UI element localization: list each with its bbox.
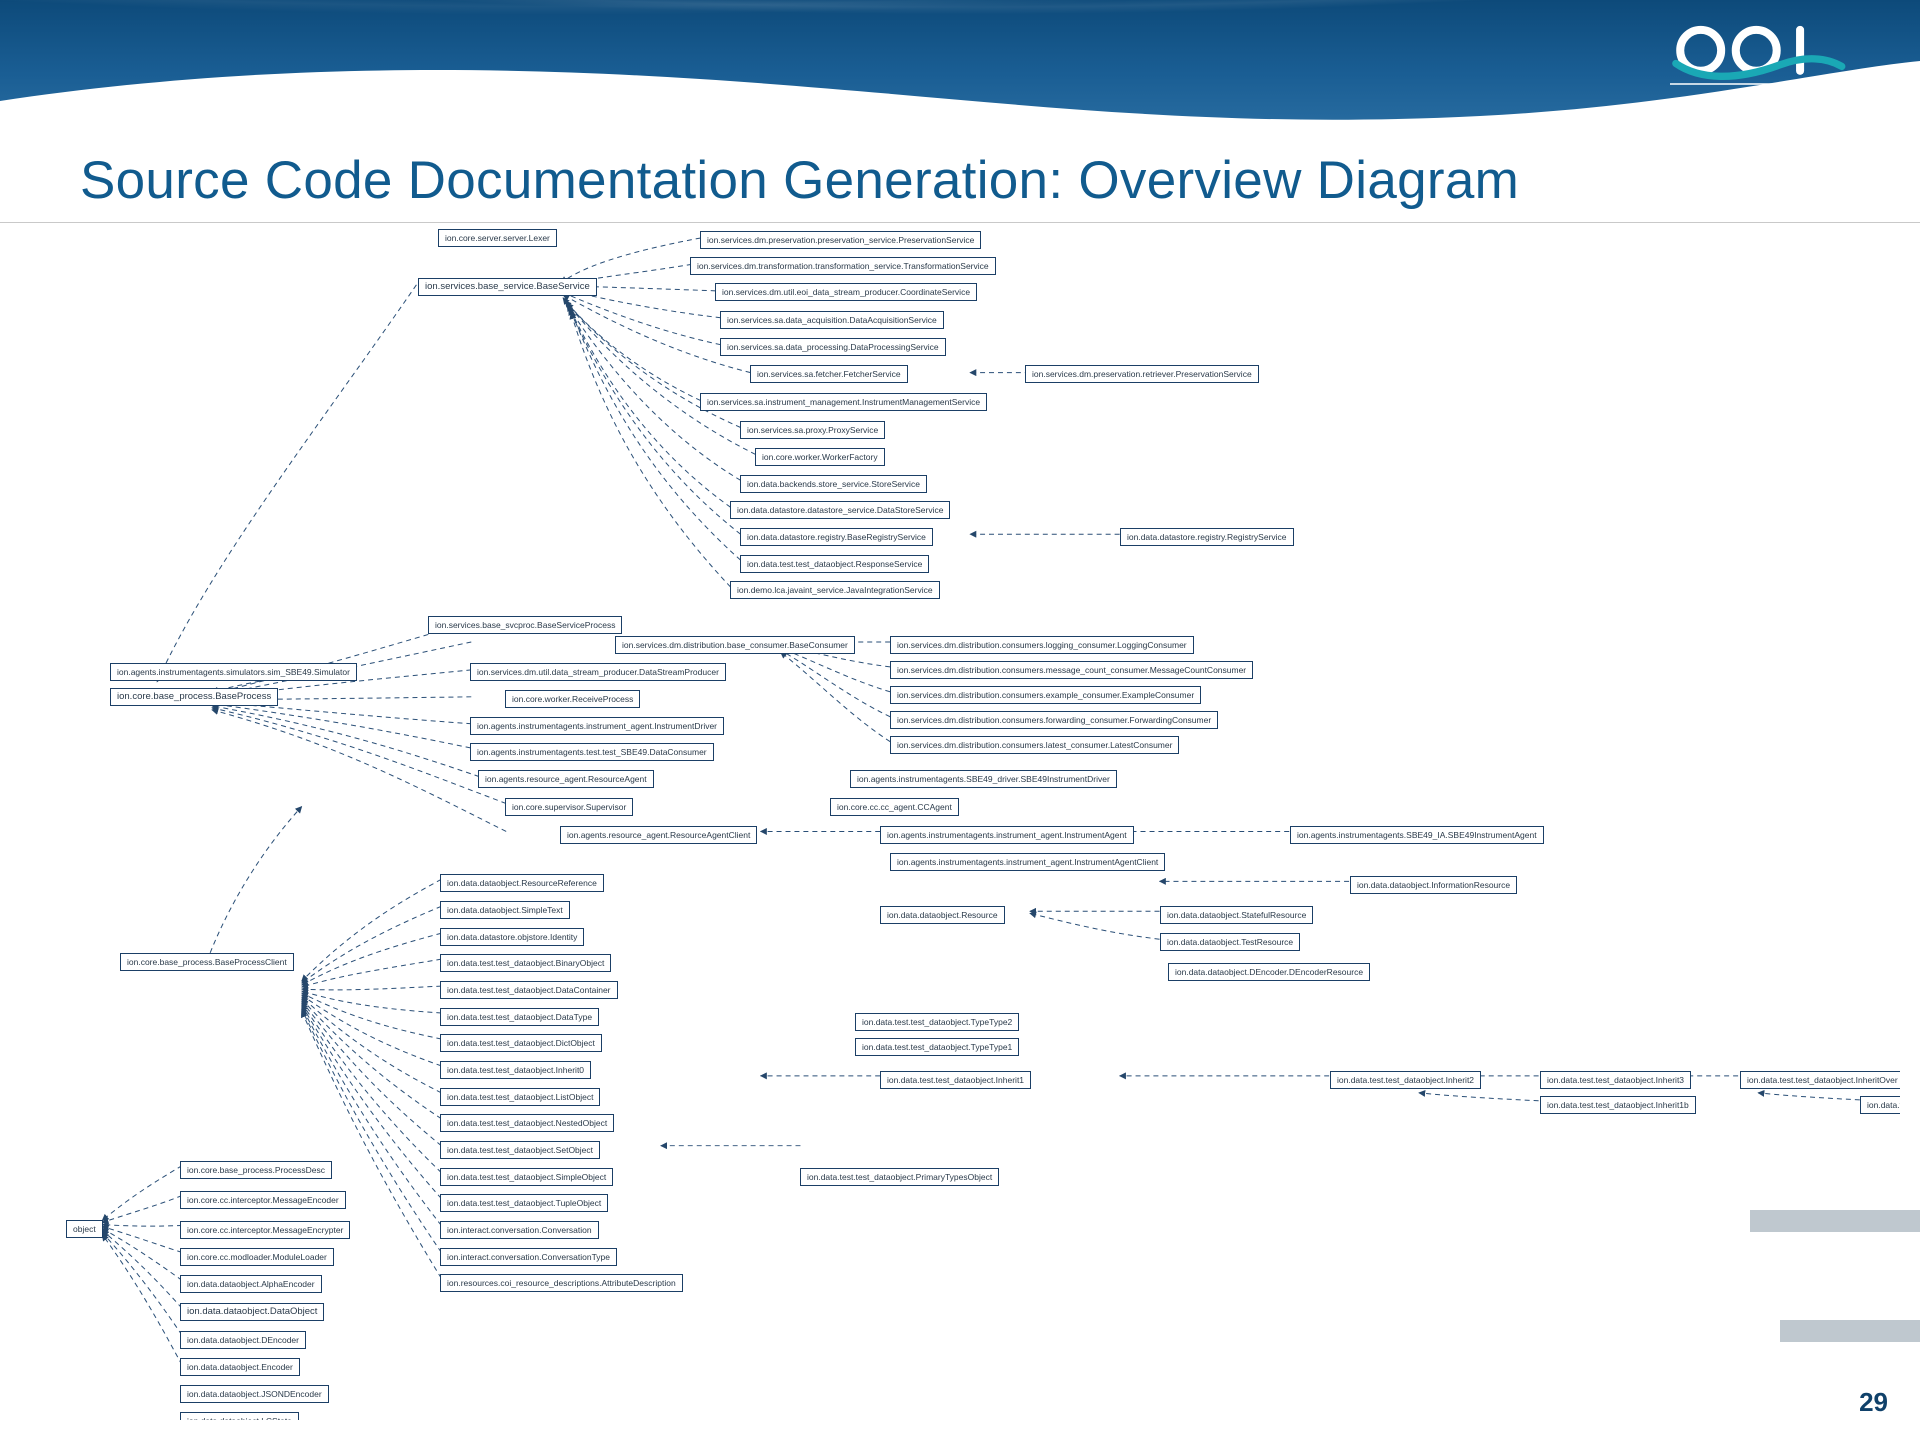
header-wave bbox=[0, 61, 1920, 135]
accent-bar bbox=[1780, 1320, 1920, 1342]
node: ion.agents.instrumentagents.instrument_a… bbox=[880, 826, 1134, 844]
node: ion.data.dataobject.DEncoder bbox=[180, 1331, 306, 1349]
node: ion.data.test.test_dataobject.NestedObje… bbox=[440, 1114, 614, 1132]
node: ion.data.test.test_dataobject.DataContai… bbox=[440, 981, 618, 999]
node: ion.services.sa.data_acquisition.DataAcq… bbox=[720, 311, 944, 329]
node: ion.data.test.test_dataobject.SimpleObje… bbox=[440, 1168, 613, 1186]
node: ion.core.base_process.BaseProcess bbox=[110, 688, 278, 706]
node: ion.data.test.test_dataobject.TypeType1 bbox=[855, 1038, 1019, 1056]
node: ion.data.dataobject.TestResource bbox=[1160, 933, 1300, 951]
node: ion.data.dataobject.LCState bbox=[180, 1412, 299, 1420]
node: ion.services.dm.preservation.retriever.P… bbox=[1025, 365, 1259, 383]
node: ion.data.test.test_dataobject.Inherit1 bbox=[880, 1071, 1031, 1089]
node: ion.data.test.test_dataobject.TupleObjec… bbox=[440, 1194, 608, 1212]
node: ion.core.server.server.Lexer bbox=[438, 229, 557, 247]
node: ion.data.dataobject.Encoder bbox=[180, 1358, 300, 1376]
node: ion.data.datastore.registry.RegistryServ… bbox=[1120, 528, 1294, 546]
node: ion.services.dm.distribution.consumers.e… bbox=[890, 686, 1201, 704]
node: ion.data.test.test_dataobject.DictObject bbox=[440, 1034, 602, 1052]
node: ion.core.base_process.BaseProcessClient bbox=[120, 953, 294, 971]
node: ion.data.test.test_dataobject.InheritOve… bbox=[1740, 1071, 1900, 1089]
node: ion.data.test.test_dataobject.InheritC bbox=[1860, 1096, 1900, 1114]
node: ion.core.cc.interceptor.MessageEncrypter bbox=[180, 1221, 350, 1239]
node: ion.data.datastore.objstore.Identity bbox=[440, 928, 584, 946]
node: ion.data.dataobject.StatefulResource bbox=[1160, 906, 1313, 924]
slide-title: Source Code Documentation Generation: Ov… bbox=[80, 150, 1860, 211]
node: ion.data.backends.store_service.StoreSer… bbox=[740, 475, 927, 493]
node: ion.agents.instrumentagents.simulators.s… bbox=[110, 663, 357, 681]
node: ion.services.dm.preservation.preservatio… bbox=[700, 231, 981, 249]
node: ion.agents.instrumentagents.test.test_SB… bbox=[470, 743, 714, 761]
node: ion.services.sa.proxy.ProxyService bbox=[740, 421, 885, 439]
node: ion.services.sa.data_processing.DataProc… bbox=[720, 338, 946, 356]
node: ion.data.test.test_dataobject.PrimaryTyp… bbox=[800, 1168, 999, 1186]
node: ion.data.dataobject.AlphaEncoder bbox=[180, 1275, 322, 1293]
node: ion.data.dataobject.JSONDEncoder bbox=[180, 1385, 329, 1403]
node: ion.core.worker.WorkerFactory bbox=[755, 448, 885, 466]
node: ion.data.dataobject.SimpleText bbox=[440, 901, 570, 919]
node: ion.core.supervisor.Supervisor bbox=[505, 798, 633, 816]
node: ion.data.test.test_dataobject.ResponseSe… bbox=[740, 555, 929, 573]
node: ion.data.datastore.registry.BaseRegistry… bbox=[740, 528, 933, 546]
accent-bar bbox=[1750, 1210, 1920, 1232]
page-number: 29 bbox=[1859, 1387, 1888, 1418]
node: ion.services.dm.transformation.transform… bbox=[690, 257, 996, 275]
node: ion.agents.resource_agent.ResourceAgentC… bbox=[560, 826, 757, 844]
node: ion.data.test.test_dataobject.Inherit1b bbox=[1540, 1096, 1696, 1114]
node: ion.services.sa.fetcher.FetcherService bbox=[750, 365, 908, 383]
node: ion.services.dm.util.eoi_data_stream_pro… bbox=[715, 283, 977, 301]
node: ion.data.dataobject.InformationResource bbox=[1350, 876, 1517, 894]
node: ion.agents.instrumentagents.instrument_a… bbox=[890, 853, 1165, 871]
node: ion.data.test.test_dataobject.DataType bbox=[440, 1008, 599, 1026]
node: ion.interact.conversation.Conversation bbox=[440, 1221, 599, 1239]
node: ion.services.sa.instrument_management.In… bbox=[700, 393, 987, 411]
node: ion.data.dataobject.ResourceReference bbox=[440, 874, 604, 892]
node: ion.data.dataobject.DEncoder.DEncoderRes… bbox=[1168, 963, 1370, 981]
node: ion.core.worker.ReceiveProcess bbox=[505, 690, 640, 708]
ooi-logo bbox=[1670, 18, 1860, 90]
diagram-canvas: ion.core.server.server.Lexer ion.service… bbox=[60, 223, 1900, 1420]
node: ion.data.test.test_dataobject.TypeType2 bbox=[855, 1013, 1019, 1031]
node: ion.agents.resource_agent.ResourceAgent bbox=[478, 770, 654, 788]
node: ion.agents.instrumentagents.instrument_a… bbox=[470, 717, 724, 735]
node: ion.core.cc.cc_agent.CCAgent bbox=[830, 798, 959, 816]
node: ion.data.dataobject.Resource bbox=[880, 906, 1005, 924]
node: ion.services.dm.util.data_stream_produce… bbox=[470, 663, 726, 681]
node: ion.data.test.test_dataobject.Inherit0 bbox=[440, 1061, 591, 1079]
node: ion.demo.lca.javaint_service.JavaIntegra… bbox=[730, 581, 940, 599]
node: ion.core.cc.interceptor.MessageEncoder bbox=[180, 1191, 346, 1209]
node: ion.services.base_svcproc.BaseServicePro… bbox=[428, 616, 622, 634]
node: ion.agents.instrumentagents.SBE49_IA.SBE… bbox=[1290, 826, 1544, 844]
node-root-object: object bbox=[66, 1220, 103, 1238]
node: ion.services.base_service.BaseService bbox=[418, 278, 597, 296]
slide-header bbox=[0, 0, 1920, 135]
node: ion.services.dm.distribution.consumers.m… bbox=[890, 661, 1253, 679]
node: ion.core.base_process.ProcessDesc bbox=[180, 1161, 332, 1179]
node: ion.services.dm.distribution.consumers.l… bbox=[890, 636, 1194, 654]
node: ion.data.test.test_dataobject.BinaryObje… bbox=[440, 954, 611, 972]
node: ion.data.datastore.datastore_service.Dat… bbox=[730, 501, 950, 519]
node: ion.services.dm.distribution.base_consum… bbox=[615, 636, 855, 654]
node: ion.data.test.test_dataobject.Inherit2 bbox=[1330, 1071, 1481, 1089]
node: ion.data.test.test_dataobject.Inherit3 bbox=[1540, 1071, 1691, 1089]
node: ion.core.cc.modloader.ModuleLoader bbox=[180, 1248, 334, 1266]
node: ion.resources.coi_resource_descriptions.… bbox=[440, 1274, 683, 1292]
node: ion.services.dm.distribution.consumers.f… bbox=[890, 711, 1218, 729]
node: ion.data.test.test_dataobject.ListObject bbox=[440, 1088, 600, 1106]
node: ion.interact.conversation.ConversationTy… bbox=[440, 1248, 617, 1266]
node: ion.data.test.test_dataobject.SetObject bbox=[440, 1141, 600, 1159]
node: ion.agents.instrumentagents.SBE49_driver… bbox=[850, 770, 1117, 788]
node: ion.services.dm.distribution.consumers.l… bbox=[890, 736, 1179, 754]
node: ion.data.dataobject.DataObject bbox=[180, 1303, 324, 1321]
